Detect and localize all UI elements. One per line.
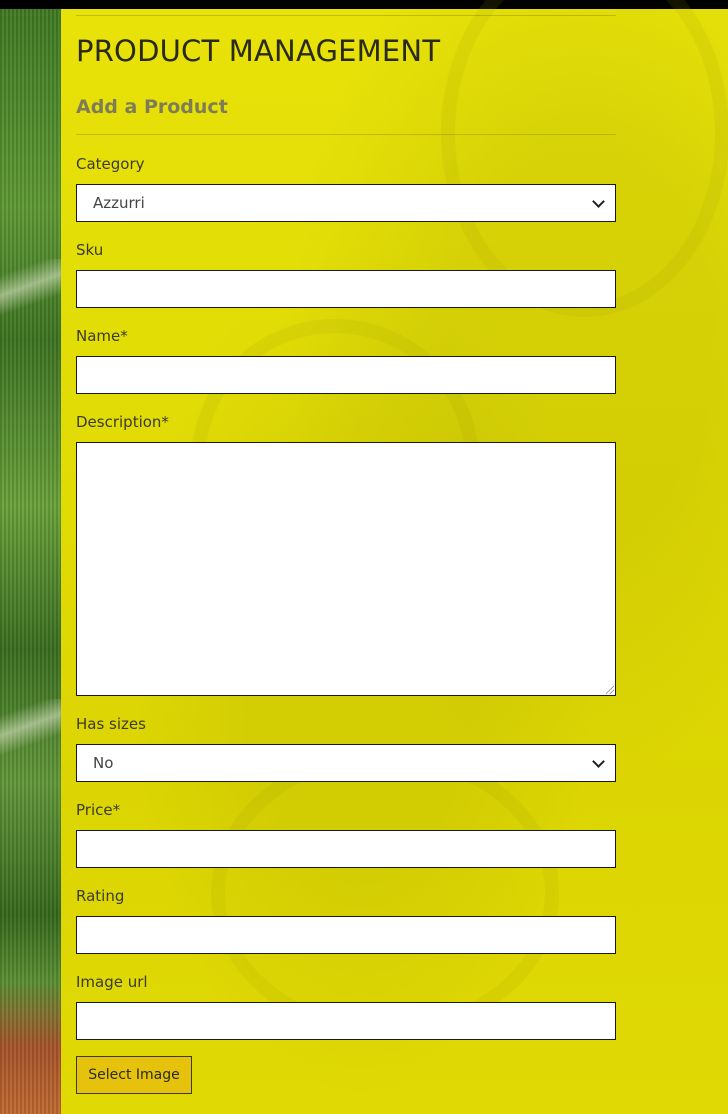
image-url-label: Image url (76, 973, 148, 991)
has-sizes-select-value: No (93, 754, 114, 772)
rating-input[interactable] (76, 916, 616, 954)
top-divider (76, 15, 616, 16)
page-subtitle: Add a Product (76, 96, 228, 118)
description-label: Description* (76, 413, 169, 431)
subtitle-divider (76, 134, 616, 135)
category-label: Category (76, 155, 145, 173)
grass-highlight (0, 259, 61, 319)
page-title: PRODUCT MANAGEMENT (76, 34, 441, 68)
background-grass-image (0, 9, 61, 1114)
name-label: Name* (76, 327, 128, 345)
select-image-button[interactable]: Select Image (76, 1056, 192, 1094)
has-sizes-select[interactable]: No (76, 744, 616, 782)
has-sizes-label: Has sizes (76, 715, 146, 733)
sku-label: Sku (76, 241, 104, 259)
price-label: Price* (76, 801, 121, 819)
chevron-down-icon (592, 194, 605, 208)
price-input[interactable] (76, 830, 616, 868)
description-textarea[interactable] (76, 442, 616, 696)
rating-label: Rating (76, 887, 125, 905)
image-url-input[interactable] (76, 1002, 616, 1040)
sku-input[interactable] (76, 270, 616, 308)
chevron-down-icon (592, 754, 605, 768)
description-wrapper (76, 442, 616, 696)
name-input[interactable] (76, 356, 616, 394)
background-decoration (211, 749, 559, 1037)
grass-highlight (0, 699, 61, 759)
category-select-value: Azzurri (93, 194, 145, 212)
resize-grip-icon[interactable] (606, 686, 614, 694)
category-select[interactable]: Azzurri (76, 184, 616, 222)
